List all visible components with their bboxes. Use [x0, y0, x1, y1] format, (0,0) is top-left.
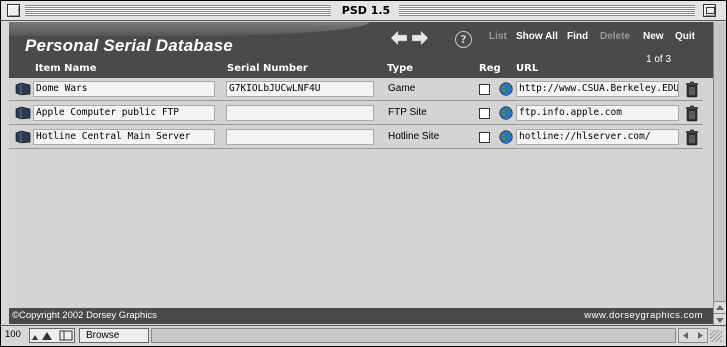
help-button[interactable]: ? [455, 31, 472, 48]
column-header-type: Type [387, 63, 414, 74]
window-title: PSD 1.5 [341, 4, 391, 17]
url-field[interactable]: hotline://hlserver.com/ [516, 129, 679, 145]
app-window: PSD 1.5 Personal Serial Database ? List … [0, 0, 727, 347]
zoom-mountains-icon[interactable] [30, 329, 76, 342]
find-button[interactable]: Find [567, 31, 588, 42]
copyright-text: ©Copyright 2002 Dorsey Graphics [12, 310, 157, 321]
table-row: Apple Computer public FTP FTP Site ftp.i… [9, 102, 703, 125]
vertical-scrollbar[interactable] [713, 22, 726, 325]
type-value[interactable]: FTP Site [388, 107, 427, 118]
title-bar-stripes [399, 5, 695, 16]
item-name-field[interactable]: Apple Computer public FTP [33, 105, 215, 121]
globe-icon[interactable] [499, 82, 513, 96]
scroll-up-arrow-icon[interactable] [714, 301, 726, 313]
show-all-button[interactable]: Show All [516, 31, 558, 42]
header-banner: Personal Serial Database ? List Show All… [9, 22, 719, 78]
zoom-box[interactable] [703, 4, 716, 17]
record-folder-icon[interactable] [15, 82, 31, 96]
close-box[interactable] [7, 4, 20, 17]
content-area: Personal Serial Database ? List Show All… [9, 22, 719, 324]
status-bar: 100 Browse [1, 325, 726, 346]
next-record-arrow-icon[interactable] [412, 31, 428, 45]
previous-record-arrow-icon[interactable] [391, 31, 407, 45]
type-value[interactable]: Game [388, 83, 415, 94]
resize-grip-icon[interactable] [710, 330, 722, 342]
title-bar-stripes [25, 5, 331, 16]
zoom-level[interactable]: 100 [5, 329, 21, 340]
serial-number-field[interactable]: G7KIOLbJUCwLNF4U [226, 81, 374, 97]
column-header-reg: Reg [479, 63, 501, 74]
type-value[interactable]: Hotline Site [388, 131, 439, 142]
scroll-left-arrow-icon [683, 332, 688, 339]
horizontal-scrollbar[interactable] [151, 328, 676, 343]
scroll-down-arrow-icon[interactable] [714, 313, 726, 325]
scroll-right-arrow-icon [698, 332, 703, 339]
globe-icon[interactable] [499, 106, 513, 120]
globe-icon[interactable] [499, 130, 513, 144]
trash-icon[interactable] [685, 105, 699, 122]
table-row: Hotline Central Main Server Hotline Site… [9, 126, 703, 149]
app-title: Personal Serial Database [25, 36, 233, 55]
url-field[interactable]: http://www.CSUA.Berkeley.EDU [516, 81, 679, 97]
registered-checkbox[interactable] [479, 108, 490, 119]
horizontal-scroll-arrows[interactable] [678, 328, 708, 343]
website-link[interactable]: www.dorseygraphics.com [584, 310, 703, 321]
item-name-field[interactable]: Hotline Central Main Server [33, 129, 215, 145]
list-button[interactable]: List [489, 31, 507, 42]
record-folder-icon[interactable] [15, 130, 31, 144]
column-header-url: URL [516, 63, 539, 74]
record-page-count: 1 of 3 [646, 54, 672, 65]
trash-icon[interactable] [685, 81, 699, 98]
trash-icon[interactable] [685, 129, 699, 146]
column-header-item-name: Item Name [35, 63, 97, 74]
item-name-field[interactable]: Dome Wars [33, 81, 215, 97]
record-folder-icon[interactable] [15, 106, 31, 120]
mode-selector[interactable]: Browse [79, 328, 149, 343]
quit-button[interactable]: Quit [675, 31, 695, 42]
title-bar[interactable]: PSD 1.5 [1, 1, 726, 21]
delete-button[interactable]: Delete [600, 31, 630, 42]
column-header-serial-number: Serial Number [227, 63, 308, 74]
footer-bar: ©Copyright 2002 Dorsey Graphics www.dors… [9, 308, 719, 324]
serial-number-field[interactable] [226, 129, 374, 145]
url-field[interactable]: ftp.info.apple.com [516, 105, 679, 121]
new-button[interactable]: New [643, 31, 664, 42]
registered-checkbox[interactable] [479, 132, 490, 143]
status-area-toggle[interactable] [29, 328, 75, 343]
registered-checkbox[interactable] [479, 84, 490, 95]
serial-number-field[interactable] [226, 105, 374, 121]
table-row: Dome Wars G7KIOLbJUCwLNF4U Game http://w… [9, 78, 703, 101]
header-swoosh [9, 22, 369, 36]
